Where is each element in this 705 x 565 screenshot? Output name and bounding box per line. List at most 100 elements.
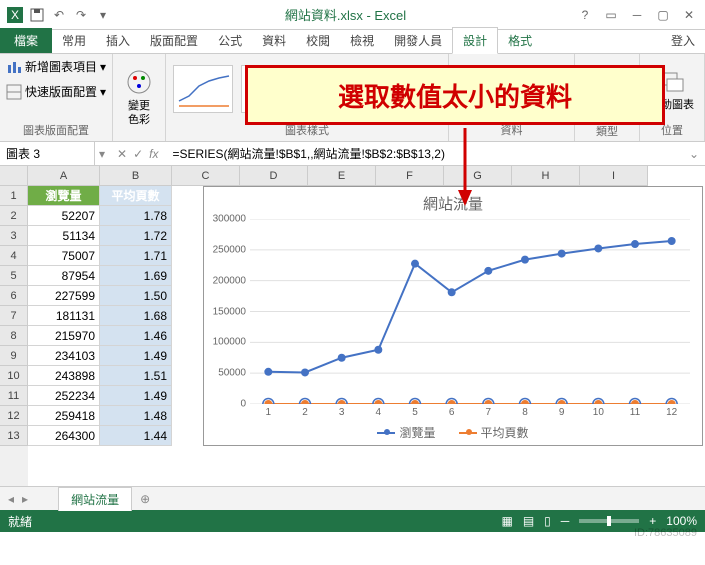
tab-home[interactable]: 常用 xyxy=(52,28,96,53)
row-header[interactable]: 7 xyxy=(0,306,28,326)
status-ready: 就緒 xyxy=(8,513,32,530)
zoom-slider[interactable] xyxy=(579,519,639,523)
cancel-icon[interactable]: ✕ xyxy=(117,147,127,161)
cell[interactable]: 75007 xyxy=(28,246,100,266)
sheet-nav-next-icon[interactable]: ▸ xyxy=(22,492,28,506)
row-header[interactable]: 12 xyxy=(0,406,28,426)
grid-area[interactable]: ABCDEFGHI 瀏覽量平均頁數522071.78511341.7275007… xyxy=(28,166,705,486)
cell[interactable]: 227599 xyxy=(28,286,100,306)
cell[interactable]: 1.44 xyxy=(100,426,172,446)
enter-icon[interactable]: ✓ xyxy=(133,147,143,161)
tab-format[interactable]: 格式 xyxy=(498,28,542,53)
tab-data[interactable]: 資料 xyxy=(252,28,296,53)
cell[interactable]: 1.49 xyxy=(100,346,172,366)
close-icon[interactable]: ✕ xyxy=(677,5,701,25)
tab-insert[interactable]: 插入 xyxy=(96,28,140,53)
zoom-level[interactable]: 100% xyxy=(666,514,697,528)
ribbon-options-icon[interactable]: ▭ xyxy=(599,5,623,25)
cell[interactable]: 1.49 xyxy=(100,386,172,406)
cell[interactable]: 1.78 xyxy=(100,206,172,226)
sheet-tab[interactable]: 網站流量 xyxy=(58,487,132,511)
legend-item-1[interactable]: 瀏覽量 xyxy=(377,424,435,441)
col-header-H[interactable]: H xyxy=(512,166,580,186)
col-header-B[interactable]: B xyxy=(100,166,172,186)
cell[interactable]: 252234 xyxy=(28,386,100,406)
chart-object[interactable]: 網站流量 05000010000015000020000025000030000… xyxy=(203,186,703,446)
row-header[interactable]: 5 xyxy=(0,266,28,286)
chart-style-1[interactable] xyxy=(173,65,233,113)
row-header[interactable]: 4 xyxy=(0,246,28,266)
cell[interactable]: 1.71 xyxy=(100,246,172,266)
cell[interactable]: 87954 xyxy=(28,266,100,286)
tab-developer[interactable]: 開發人員 xyxy=(384,28,452,53)
col-header-E[interactable]: E xyxy=(308,166,376,186)
cell[interactable]: 1.50 xyxy=(100,286,172,306)
col-header-F[interactable]: F xyxy=(376,166,444,186)
col-header-A[interactable]: A xyxy=(28,166,100,186)
plot-area[interactable] xyxy=(250,219,690,404)
maximize-icon[interactable]: ▢ xyxy=(651,5,675,25)
tab-design[interactable]: 設計 xyxy=(452,27,498,54)
cell[interactable]: 234103 xyxy=(28,346,100,366)
redo-icon[interactable]: ↷ xyxy=(72,6,90,24)
sheet-nav-prev-icon[interactable]: ◂ xyxy=(0,492,22,506)
login-link[interactable]: 登入 xyxy=(661,28,705,53)
cell[interactable]: 1.69 xyxy=(100,266,172,286)
row-header[interactable]: 9 xyxy=(0,346,28,366)
tab-formulas[interactable]: 公式 xyxy=(208,28,252,53)
col-header-I[interactable]: I xyxy=(580,166,648,186)
new-sheet-icon[interactable]: ⊕ xyxy=(132,492,158,506)
tab-review[interactable]: 校閱 xyxy=(296,28,340,53)
cell[interactable]: 243898 xyxy=(28,366,100,386)
row-header[interactable]: 13 xyxy=(0,426,28,446)
row-header[interactable]: 6 xyxy=(0,286,28,306)
tab-file[interactable]: 檔案 xyxy=(0,28,52,53)
fx-icon[interactable]: fx xyxy=(149,147,158,161)
tab-pagelayout[interactable]: 版面配置 xyxy=(140,28,208,53)
col-header-D[interactable]: D xyxy=(240,166,308,186)
cell[interactable]: 1.46 xyxy=(100,326,172,346)
cell[interactable]: 215970 xyxy=(28,326,100,346)
view-pagelayout-icon[interactable]: ▤ xyxy=(523,514,534,528)
minimize-icon[interactable]: ─ xyxy=(625,5,649,25)
tab-view[interactable]: 檢視 xyxy=(340,28,384,53)
change-colors-button[interactable]: 變更 色彩 xyxy=(119,64,159,128)
chart-legend[interactable]: 瀏覽量 平均頁數 xyxy=(204,424,702,441)
name-box[interactable]: 圖表 3 xyxy=(0,142,95,165)
namebox-dropdown-icon[interactable]: ▾ xyxy=(95,147,109,161)
cell[interactable]: 259418 xyxy=(28,406,100,426)
cell[interactable]: 瀏覽量 xyxy=(28,186,100,206)
col-header-C[interactable]: C xyxy=(172,166,240,186)
formula-input[interactable]: =SERIES(網站流量!$B$1,,網站流量!$B$2:$B$13,2) xyxy=(167,145,683,162)
legend-item-2[interactable]: 平均頁數 xyxy=(459,424,529,441)
zoom-out-icon[interactable]: ─ xyxy=(561,514,570,528)
row-header[interactable]: 10 xyxy=(0,366,28,386)
row-header[interactable]: 1 xyxy=(0,186,28,206)
chart-title[interactable]: 網站流量 xyxy=(204,187,702,220)
row-header[interactable]: 2 xyxy=(0,206,28,226)
cell[interactable]: 1.72 xyxy=(100,226,172,246)
view-pagebreak-icon[interactable]: ▯ xyxy=(544,514,551,528)
qat-dropdown-icon[interactable]: ▾ xyxy=(94,6,112,24)
save-icon[interactable] xyxy=(28,6,46,24)
row-header[interactable]: 11 xyxy=(0,386,28,406)
cell[interactable]: 1.48 xyxy=(100,406,172,426)
cell[interactable]: 52207 xyxy=(28,206,100,226)
cell[interactable]: 264300 xyxy=(28,426,100,446)
help-icon[interactable]: ? xyxy=(573,5,597,25)
formula-expand-icon[interactable]: ⌄ xyxy=(683,147,705,161)
select-all-corner[interactable] xyxy=(0,166,28,186)
excel-icon: X xyxy=(6,6,24,24)
row-header[interactable]: 8 xyxy=(0,326,28,346)
row-header[interactable]: 3 xyxy=(0,226,28,246)
quick-layout-button[interactable]: 快速版面配置 ▾ xyxy=(6,82,106,101)
view-normal-icon[interactable]: ▦ xyxy=(501,514,512,528)
zoom-in-icon[interactable]: + xyxy=(649,514,656,528)
cell[interactable]: 1.51 xyxy=(100,366,172,386)
cell[interactable]: 平均頁數 xyxy=(100,186,172,206)
add-chart-element-button[interactable]: 新增圖表項目 ▾ xyxy=(6,57,106,76)
cell[interactable]: 51134 xyxy=(28,226,100,246)
undo-icon[interactable]: ↶ xyxy=(50,6,68,24)
cell[interactable]: 1.68 xyxy=(100,306,172,326)
cell[interactable]: 181131 xyxy=(28,306,100,326)
